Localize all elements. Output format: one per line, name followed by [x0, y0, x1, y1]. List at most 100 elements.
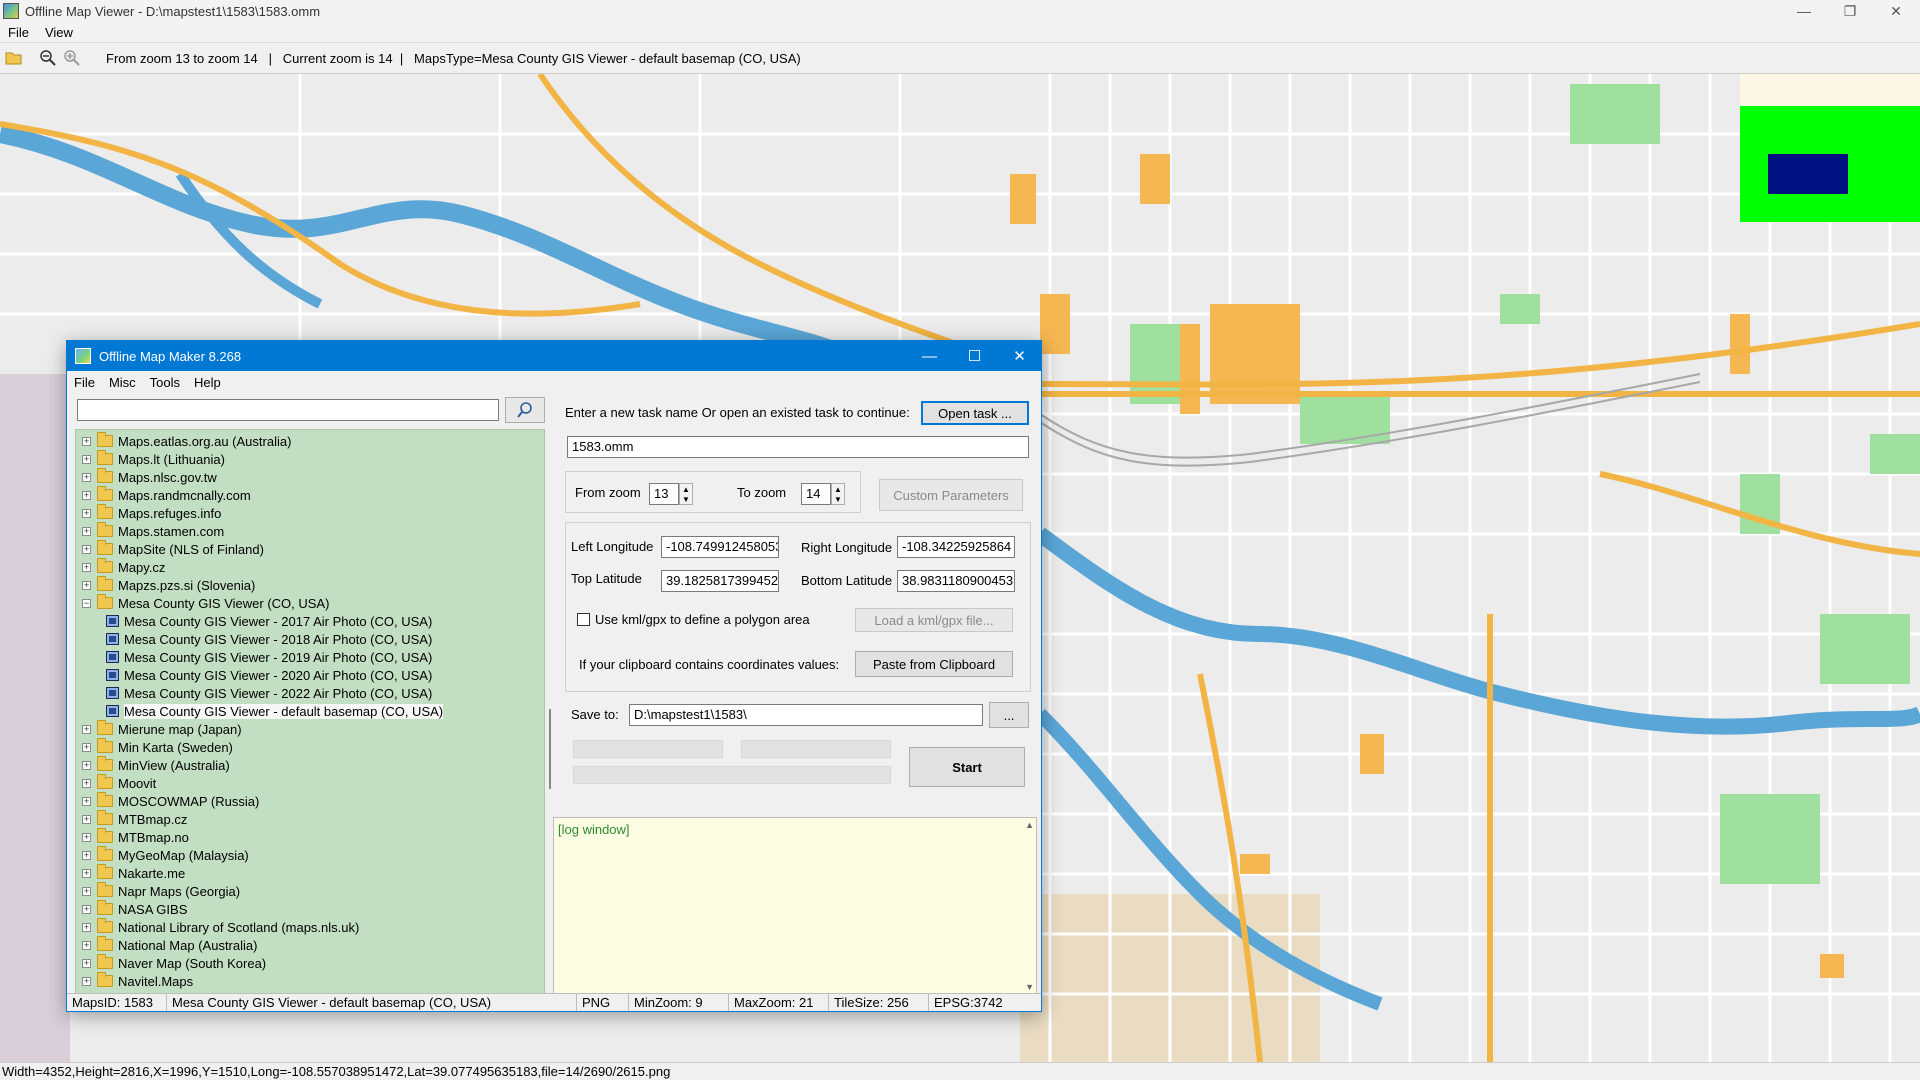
- tree-folder-item[interactable]: + Mapy.cz: [82, 558, 165, 576]
- expand-icon[interactable]: +: [82, 526, 91, 536]
- minimize-icon[interactable]: —: [1781, 0, 1827, 22]
- expand-icon[interactable]: +: [82, 436, 91, 446]
- tree-scrollbar-thumb[interactable]: [549, 709, 551, 789]
- tree-map-item[interactable]: Mesa County GIS Viewer - 2018 Air Photo …: [106, 630, 432, 648]
- expand-icon[interactable]: +: [82, 940, 91, 950]
- expand-icon[interactable]: +: [82, 724, 91, 734]
- tree-folder-item[interactable]: + Maps.nlsc.gov.tw: [82, 468, 217, 486]
- tree-folder-item[interactable]: + Navitel.Maps: [82, 972, 193, 990]
- tree-item-label: Mapy.cz: [118, 559, 166, 575]
- expand-icon[interactable]: +: [82, 472, 91, 482]
- tree-map-item[interactable]: Mesa County GIS Viewer - 2022 Air Photo …: [106, 684, 432, 702]
- from-zoom-field[interactable]: 13: [649, 483, 679, 505]
- expand-icon[interactable]: +: [82, 850, 91, 860]
- load-kml-button[interactable]: Load a kml/gpx file...: [855, 608, 1013, 632]
- menu-view[interactable]: View: [37, 25, 81, 40]
- expand-icon[interactable]: +: [82, 508, 91, 518]
- collapse-icon[interactable]: −: [82, 598, 91, 608]
- close-icon[interactable]: ✕: [1873, 0, 1919, 22]
- tree-folder-item[interactable]: + Maps.eatlas.org.au (Australia): [82, 432, 291, 450]
- tree-folder-item[interactable]: + Min Karta (Sweden): [82, 738, 233, 756]
- expand-icon[interactable]: +: [82, 868, 91, 878]
- tree-map-item[interactable]: Mesa County GIS Viewer - default basemap…: [106, 702, 444, 720]
- bottom-latitude-field[interactable]: 38.9831180900453: [897, 570, 1015, 592]
- tree-folder-item[interactable]: + Maps.refuges.info: [82, 504, 221, 522]
- tree-folder-item[interactable]: + National Map (Australia): [82, 936, 257, 954]
- save-path-field[interactable]: D:\mapstest1\1583\: [629, 704, 983, 726]
- expand-icon[interactable]: +: [82, 814, 91, 824]
- tree-map-item[interactable]: Mesa County GIS Viewer - 2017 Air Photo …: [106, 612, 432, 630]
- zoom-out-icon[interactable]: [38, 48, 58, 68]
- expand-icon[interactable]: +: [82, 778, 91, 788]
- dialog-menu-misc[interactable]: Misc: [102, 375, 143, 390]
- expand-icon[interactable]: +: [82, 904, 91, 914]
- left-longitude-field[interactable]: -108.749912458053: [661, 536, 779, 558]
- tree-folder-item[interactable]: + Maps.stamen.com: [82, 522, 224, 540]
- right-longitude-field[interactable]: -108.34225925864: [897, 536, 1015, 558]
- tree-folder-item[interactable]: + Maps.randmcnally.com: [82, 486, 251, 504]
- task-name-field[interactable]: 1583.omm: [567, 436, 1029, 458]
- tree-map-item[interactable]: Mesa County GIS Viewer - 2020 Air Photo …: [106, 666, 432, 684]
- tree-folder-item[interactable]: + Napr Maps (Georgia): [82, 882, 240, 900]
- tree-folder-item[interactable]: + MinView (Australia): [82, 756, 230, 774]
- zoom-in-icon[interactable]: [62, 48, 82, 68]
- tree-folder-item[interactable]: + Naver Map (South Korea): [82, 954, 266, 972]
- tree-folder-item[interactable]: + Mapzs.pzs.si (Slovenia): [82, 576, 255, 594]
- dialog-menu-file[interactable]: File: [67, 375, 102, 390]
- tree-folder-item[interactable]: + National Library of Scotland (maps.nls.…: [82, 918, 359, 936]
- log-window[interactable]: [log window] ▲ ▼: [553, 817, 1037, 995]
- expand-icon[interactable]: +: [82, 742, 91, 752]
- start-button[interactable]: Start: [909, 747, 1025, 787]
- tree-folder-item[interactable]: + Mierune map (Japan): [82, 720, 242, 738]
- tree-map-item[interactable]: Mesa County GIS Viewer - 2019 Air Photo …: [106, 648, 432, 666]
- log-scroll-down-icon[interactable]: ▼: [1025, 982, 1034, 992]
- tree-folder-item[interactable]: + MyGeoMap (Malaysia): [82, 846, 249, 864]
- tree-folder-item[interactable]: + Nakarte.me: [82, 864, 185, 882]
- expand-icon[interactable]: +: [82, 958, 91, 968]
- restore-icon[interactable]: ❐: [1827, 0, 1873, 22]
- tree-folder-item[interactable]: + NASA GIBS: [82, 900, 187, 918]
- expand-icon[interactable]: +: [82, 580, 91, 590]
- from-zoom-spinner[interactable]: ▲ ▼: [679, 483, 693, 505]
- dialog-menu-tools[interactable]: Tools: [143, 375, 187, 390]
- open-task-button[interactable]: Open task ...: [921, 401, 1029, 425]
- tree-folder-item[interactable]: + MapSite (NLS of Finland): [82, 540, 264, 558]
- tree-folder-item[interactable]: − Mesa County GIS Viewer (CO, USA): [82, 594, 329, 612]
- expand-icon[interactable]: +: [82, 454, 91, 464]
- menu-file[interactable]: File: [0, 25, 37, 40]
- to-zoom-spinner[interactable]: ▲ ▼: [831, 483, 845, 505]
- tree-folder-item[interactable]: + MTBmap.no: [82, 828, 189, 846]
- tree-folder-item[interactable]: + Maps.lt (Lithuania): [82, 450, 225, 468]
- expand-icon[interactable]: +: [82, 832, 91, 842]
- expand-icon[interactable]: +: [82, 490, 91, 500]
- expand-icon[interactable]: +: [82, 760, 91, 770]
- to-zoom-field[interactable]: 14: [801, 483, 831, 505]
- tree-folder-item[interactable]: + Moovit: [82, 774, 156, 792]
- tree-item-label: Maps.lt (Lithuania): [118, 451, 225, 467]
- log-scroll-up-icon[interactable]: ▲: [1025, 820, 1034, 830]
- expand-icon[interactable]: +: [82, 796, 91, 806]
- kml-polygon-checkbox[interactable]: [577, 613, 590, 626]
- maximize-icon[interactable]: ☐: [952, 341, 997, 371]
- search-input[interactable]: [77, 399, 499, 421]
- paste-clipboard-button[interactable]: Paste from Clipboard: [855, 651, 1013, 677]
- dialog-titlebar[interactable]: Offline Map Maker 8.268 — ☐ ✕: [67, 341, 1041, 371]
- dialog-menu-help[interactable]: Help: [187, 375, 228, 390]
- expand-icon[interactable]: +: [82, 976, 91, 986]
- top-latitude-field[interactable]: 39.1825817399452: [661, 570, 779, 592]
- minimize-icon[interactable]: —: [907, 341, 952, 371]
- expand-icon[interactable]: +: [82, 562, 91, 572]
- expand-icon[interactable]: +: [82, 544, 91, 554]
- overview-viewport[interactable]: [1768, 154, 1848, 194]
- tree-item-label: MTBmap.no: [118, 829, 189, 845]
- custom-parameters-button[interactable]: Custom Parameters: [879, 479, 1023, 511]
- tree-folder-item[interactable]: + MOSCOWMAP (Russia): [82, 792, 259, 810]
- folder-open-icon[interactable]: [4, 48, 24, 68]
- expand-icon[interactable]: +: [82, 922, 91, 932]
- close-icon[interactable]: ✕: [997, 341, 1042, 371]
- map-source-tree[interactable]: + Maps.eatlas.org.au (Australia) + Maps.lt …: [75, 429, 545, 995]
- search-button[interactable]: [505, 397, 545, 423]
- browse-button[interactable]: ...: [989, 702, 1029, 728]
- tree-folder-item[interactable]: + MTBmap.cz: [82, 810, 187, 828]
- expand-icon[interactable]: +: [82, 886, 91, 896]
